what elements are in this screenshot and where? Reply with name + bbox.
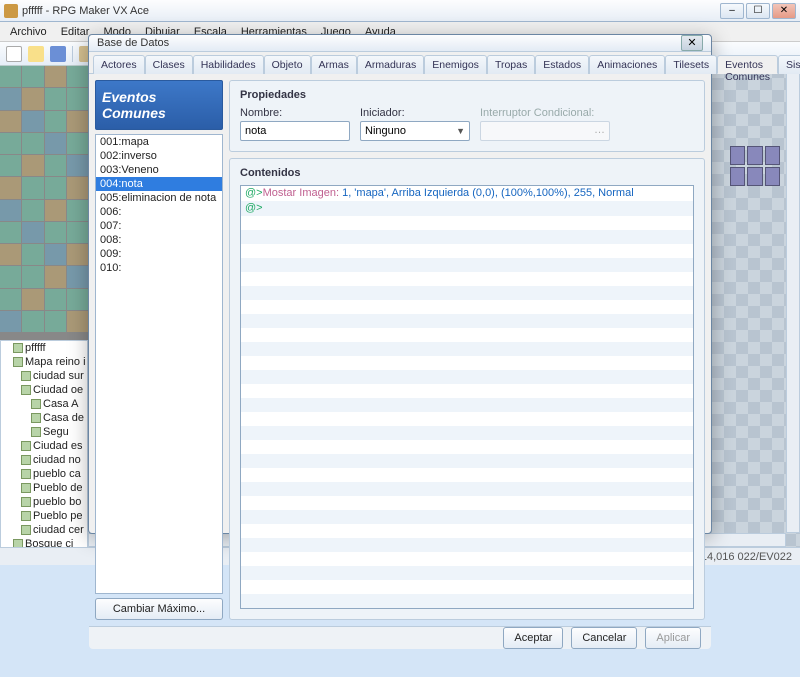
event-list[interactable]: 001:mapa002:inverso003:Veneno004:nota005…	[95, 134, 223, 594]
tab-sistema[interactable]: Sistema	[778, 55, 800, 74]
tab-armaduras[interactable]: Armaduras	[357, 55, 424, 74]
event-item[interactable]: 007:	[96, 219, 222, 233]
event-item[interactable]: 001:mapa	[96, 135, 222, 149]
properties-group: Propiedades Nombre: Iniciador: Ninguno ▼	[229, 80, 705, 152]
name-input[interactable]	[240, 121, 350, 141]
tree-node[interactable]: pfffff	[1, 341, 87, 355]
event-item[interactable]: 003:Veneno	[96, 163, 222, 177]
properties-title: Propiedades	[240, 89, 694, 101]
command-row[interactable]: @>	[241, 201, 693, 216]
trigger-select[interactable]: Ninguno ▼	[360, 121, 470, 141]
event-item[interactable]: 002:inverso	[96, 149, 222, 163]
tab-animaciones[interactable]: Animaciones	[589, 55, 665, 74]
menu-archivo[interactable]: Archivo	[4, 24, 53, 40]
tree-node[interactable]: Ciudad es	[1, 439, 87, 453]
main-titlebar: pfffff - RPG Maker VX Ace – ☐ ✕	[0, 0, 800, 22]
tab-clases[interactable]: Clases	[145, 55, 193, 74]
tree-node[interactable]: Segu	[1, 425, 87, 439]
event-item[interactable]: 008:	[96, 233, 222, 247]
contents-title: Contenidos	[240, 167, 694, 179]
window-title: pfffff - RPG Maker VX Ace	[22, 5, 720, 17]
tree-node[interactable]: Ciudad oe	[1, 383, 87, 397]
name-label: Nombre:	[240, 107, 350, 119]
tree-node[interactable]: ciudad no	[1, 453, 87, 467]
command-row[interactable]: @>Mostar Imagen: 1, 'mapa', Arriba Izqui…	[241, 186, 693, 201]
database-dialog: Base de Datos ✕ ActoresClasesHabilidades…	[88, 34, 712, 534]
ok-button[interactable]: Aceptar	[503, 627, 563, 649]
chevron-down-icon: ▼	[456, 126, 465, 136]
tree-node[interactable]: pueblo ca	[1, 467, 87, 481]
tab-armas[interactable]: Armas	[311, 55, 357, 74]
cancel-button[interactable]: Cancelar	[571, 627, 637, 649]
tab-tilesets[interactable]: Tilesets	[665, 55, 717, 74]
tree-node[interactable]: Casa A	[1, 397, 87, 411]
tree-node[interactable]: Pueblo pe	[1, 509, 87, 523]
dialog-title: Base de Datos	[97, 37, 681, 49]
dialog-tabs: ActoresClasesHabilidadesObjetoArmasArmad…	[89, 52, 711, 74]
app-icon	[4, 4, 18, 18]
command-list[interactable]: @>Mostar Imagen: 1, 'mapa', Arriba Izqui…	[240, 185, 694, 609]
apply-button[interactable]: Aplicar	[645, 627, 701, 649]
tab-actores[interactable]: Actores	[93, 55, 145, 74]
save-icon[interactable]	[50, 46, 66, 62]
tab-enemigos[interactable]: Enemigos	[424, 55, 487, 74]
minimize-button[interactable]: –	[720, 3, 744, 19]
event-item[interactable]: 010:	[96, 261, 222, 275]
tab-eventos-comunes[interactable]: Eventos Comunes	[717, 55, 778, 74]
new-icon[interactable]	[6, 46, 22, 62]
open-icon[interactable]	[28, 46, 44, 62]
event-item[interactable]: 006:	[96, 205, 222, 219]
tab-tropas[interactable]: Tropas	[487, 55, 535, 74]
tree-node[interactable]: ciudad sur	[1, 369, 87, 383]
switch-label: Interruptor Condicional:	[480, 107, 610, 119]
tree-node[interactable]: pueblo bo	[1, 495, 87, 509]
dialog-close-button[interactable]: ✕	[681, 35, 703, 51]
tree-node[interactable]: Pueblo de	[1, 481, 87, 495]
tree-node[interactable]: ciudad cer	[1, 523, 87, 537]
trigger-label: Iniciador:	[360, 107, 470, 119]
tab-habilidades[interactable]: Habilidades	[193, 55, 264, 74]
tree-node[interactable]: Casa de	[1, 411, 87, 425]
change-max-button[interactable]: Cambiar Máximo...	[95, 598, 223, 620]
event-item[interactable]: 005:eliminacion de nota	[96, 191, 222, 205]
contents-group: Contenidos @>Mostar Imagen: 1, 'mapa', A…	[229, 158, 705, 620]
tab-objeto[interactable]: Objeto	[264, 55, 311, 74]
map-scroll-v[interactable]	[786, 66, 800, 533]
map-tree: pfffffMapa reino iciudad surCiudad oeCas…	[0, 340, 88, 565]
maximize-button[interactable]: ☐	[746, 3, 770, 19]
panel-header: Eventos Comunes	[95, 80, 223, 130]
tree-node[interactable]: Mapa reino i	[1, 355, 87, 369]
switch-input: …	[480, 121, 610, 141]
tab-estados[interactable]: Estados	[535, 55, 589, 74]
close-button[interactable]: ✕	[772, 3, 796, 19]
event-item[interactable]: 004:nota	[96, 177, 222, 191]
event-item[interactable]: 009:	[96, 247, 222, 261]
